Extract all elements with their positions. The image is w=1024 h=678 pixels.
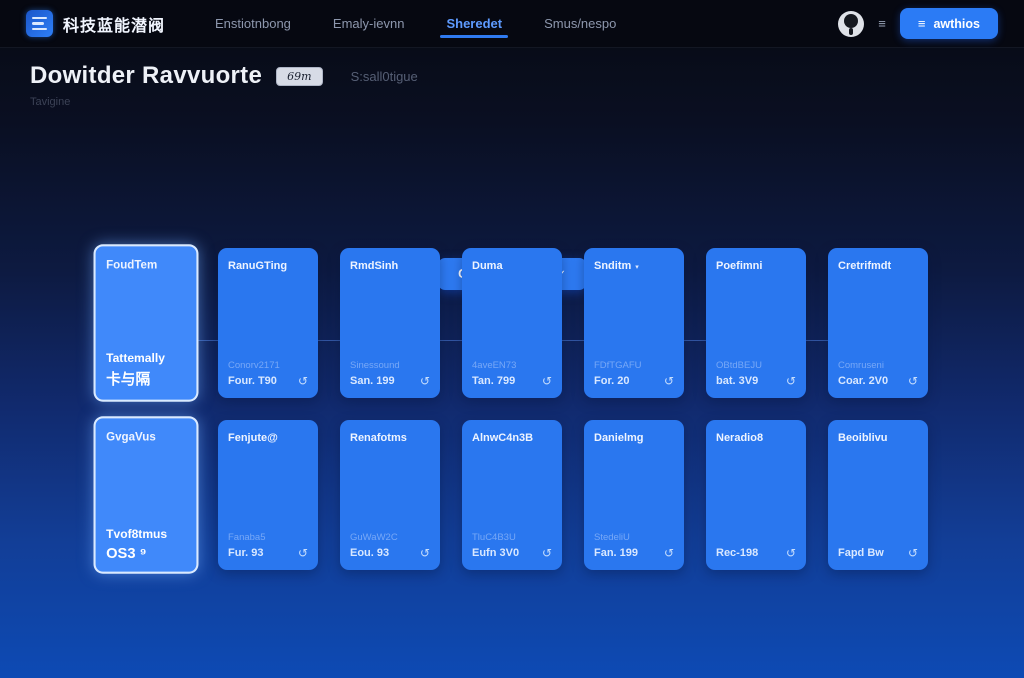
page-header: Dowitder Ravvuorte 69m S:sall0tigue Tavi… [0, 48, 1024, 108]
refresh-icon[interactable]: ↺ [664, 546, 674, 560]
refresh-icon[interactable]: ↺ [786, 546, 796, 560]
card-subtext [838, 532, 918, 543]
card-value: Eufn 3V0 [472, 547, 519, 559]
panel-toggle-icon[interactable]: ≡ [878, 16, 886, 31]
user-avatar[interactable] [838, 11, 864, 37]
card-value: Tan. 799 [472, 375, 515, 387]
card-value: bat. 3V9 [716, 375, 758, 387]
download-cta-button[interactable]: ≡ awthios [900, 8, 998, 39]
nav-item-4[interactable]: Smus/nespo [542, 1, 618, 46]
card-subtext: TluC4B3U [472, 532, 552, 543]
org-card[interactable]: Neradio8 Rec-198 ↺ [706, 420, 806, 570]
card-subtext: GuWaW2C [350, 532, 430, 543]
org-card[interactable]: Fenjute@ Fanaba5 Fur. 93 ↺ [218, 420, 318, 570]
org-tree: Osobtonturbdy ✓ FoudTemTattemally卡与隔Ranu… [0, 248, 1024, 666]
card-value: Four. T90 [228, 375, 277, 387]
card-title: Danielmg [594, 432, 644, 444]
org-card[interactable]: Duma 4aveEN73 Tan. 799 ↺ [462, 248, 562, 398]
org-card[interactable]: GvgaVus Tvof8tmus OS3 ⁹ [94, 416, 199, 574]
page-subtitle: Tavigine [30, 96, 994, 108]
title-note: S:sall0tigue [351, 69, 418, 84]
card-value: For. 20 [594, 375, 629, 387]
card-subtext: 4aveEN73 [472, 360, 552, 371]
org-card[interactable]: RanuGTing Conorv2171 Four. T90 ↺ [218, 248, 318, 398]
card-value: Coar. 2V0 [838, 375, 888, 387]
refresh-icon[interactable]: ↺ [542, 546, 552, 560]
card-subtext: Comruseni [838, 360, 918, 371]
org-card[interactable]: RmdSinh Sinessound San. 199 ↺ [340, 248, 440, 398]
card-title: GvgaVus [106, 431, 156, 444]
main-nav: Enstiotnbong Emaly-ievnn Sheredet Smus/nesp… [213, 1, 618, 46]
card-value: Rec-198 [716, 547, 758, 559]
card-title: Snditm [594, 260, 631, 272]
card-title: Duma [472, 260, 503, 272]
refresh-icon[interactable]: ↺ [542, 374, 552, 388]
org-card[interactable]: Snditm ▾ FDfTGAFU For. 20 ↺ [584, 248, 684, 398]
refresh-icon[interactable]: ↺ [298, 546, 308, 560]
refresh-icon[interactable]: ↺ [908, 546, 918, 560]
top-navbar: 科技蓝能潜阀 Enstiotnbong Emaly-ievnn Sheredet Sm… [0, 0, 1024, 48]
org-card[interactable]: AlnwC4n3B TluC4B3U Eufn 3V0 ↺ [462, 420, 562, 570]
refresh-icon[interactable]: ↺ [298, 374, 308, 388]
card-value: Fur. 93 [228, 547, 263, 559]
card-subtext: Tvof8tmus [106, 529, 186, 542]
card-subtext: Fanaba5 [228, 532, 308, 543]
card-subtext: Sinessound [350, 360, 430, 371]
card-value: Eou. 93 [350, 547, 389, 559]
card-title: Neradio8 [716, 432, 763, 444]
card-value: Fan. 199 [594, 547, 638, 559]
org-card[interactable]: Beoiblivu Fapd Bw ↺ [828, 420, 928, 570]
card-value: OS3 ⁹ [106, 544, 146, 561]
card-subtext [716, 532, 796, 543]
logo-lines-icon [26, 10, 53, 37]
card-title: AlnwC4n3B [472, 432, 533, 444]
refresh-icon[interactable]: ↺ [420, 374, 430, 388]
navbar-right: ≡ ≡ awthios [838, 8, 998, 39]
card-subtext: Conorv2171 [228, 360, 308, 371]
org-card[interactable]: Danielmg StedeliU Fan. 199 ↺ [584, 420, 684, 570]
logo-text: 科技蓝能潜阀 [63, 12, 165, 36]
card-title: Renafotms [350, 432, 407, 444]
org-card[interactable]: Renafotms GuWaW2C Eou. 93 ↺ [340, 420, 440, 570]
card-title: Poefimni [716, 260, 762, 272]
card-row-2: GvgaVus Tvof8tmus OS3 ⁹ Fenjute@ Fanaba5 Fur.… [96, 420, 928, 570]
menu-icon: ≡ [918, 16, 926, 31]
app-logo[interactable]: 科技蓝能潜阀 [26, 10, 165, 37]
org-card[interactable]: Poefimni OBtdBEJU bat. 3V9 ↺ [706, 248, 806, 398]
caret-down-icon: ▾ [635, 263, 639, 271]
card-title: FoudTem [106, 259, 157, 272]
card-title: Beoiblivu [838, 432, 888, 444]
cta-label: awthios [933, 17, 980, 31]
page-title: Dowitder Ravvuorte [30, 62, 262, 90]
card-title: Fenjute@ [228, 432, 278, 444]
card-value: 卡与隔 [106, 368, 150, 389]
refresh-icon[interactable]: ↺ [664, 374, 674, 388]
nav-item-1[interactable]: Enstiotnbong [213, 1, 293, 46]
card-subtext: OBtdBEJU [716, 360, 796, 371]
title-badge: 69m [276, 67, 322, 86]
card-subtext: StedeliU [594, 532, 674, 543]
refresh-icon[interactable]: ↺ [420, 546, 430, 560]
card-title: Cretrifmdt [838, 260, 891, 272]
card-row-1: FoudTem Tattemally 卡与隔 RanuGTing Conorv2171 F… [96, 248, 928, 398]
refresh-icon[interactable]: ↺ [786, 374, 796, 388]
nav-item-3[interactable]: Sheredet [444, 1, 504, 46]
refresh-icon[interactable]: ↺ [908, 374, 918, 388]
card-value: San. 199 [350, 375, 395, 387]
nav-item-2[interactable]: Emaly-ievnn [331, 1, 407, 46]
card-subtext: FDfTGAFU [594, 360, 674, 371]
org-card[interactable]: FoudTem Tattemally 卡与隔 [94, 244, 199, 402]
org-card[interactable]: Cretrifmdt Comruseni Coar. 2V0 ↺ [828, 248, 928, 398]
card-subtext: Tattemally [106, 352, 186, 365]
card-title: RmdSinh [350, 260, 398, 272]
card-title: RanuGTing [228, 260, 287, 272]
card-value: Fapd Bw [838, 547, 884, 559]
